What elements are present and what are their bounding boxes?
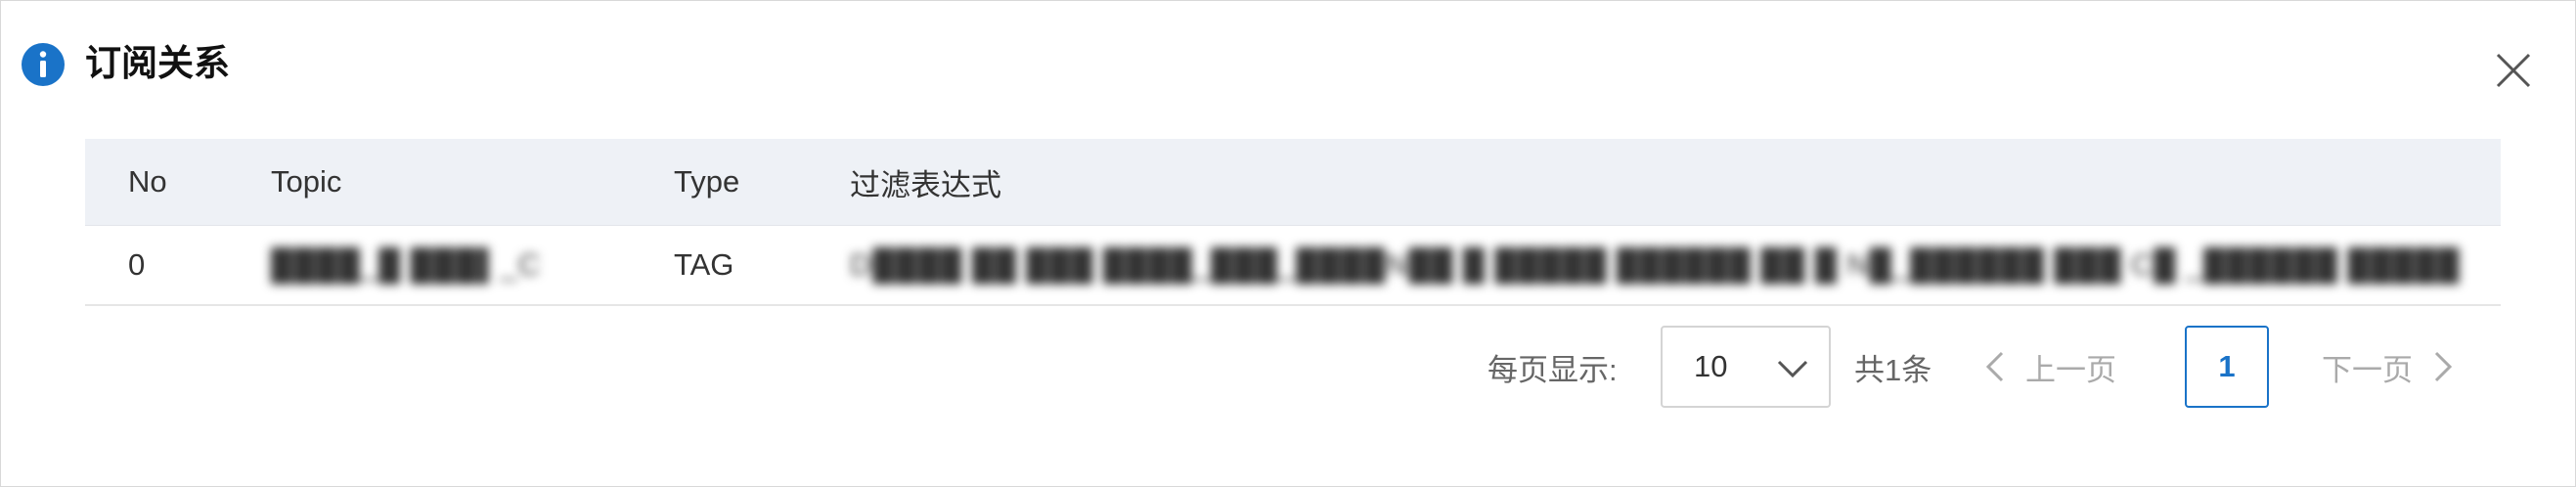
chevron-down-icon <box>1777 360 1808 378</box>
next-page-button[interactable]: 下一页 <box>2322 324 2454 410</box>
subscription-table: No Topic Type 过滤表达式 0 ████_█ ███▌_C TAG … <box>85 139 2501 306</box>
dialog-title: 订阅关系 <box>85 43 230 83</box>
subscription-dialog: 订阅关系 No Topic Type 过滤表达式 0 ████_█ ███▌_C… <box>0 0 2576 487</box>
column-header-topic: Topic <box>271 164 342 199</box>
page-size-select[interactable]: 10 <box>1661 326 1831 408</box>
next-page-label: 下一页 <box>2322 352 2413 387</box>
total-count: 共1条 <box>1854 352 1932 387</box>
table-header: No Topic Type 过滤表达式 <box>85 139 2501 226</box>
column-header-filter-expression: 过滤表达式 <box>850 167 1001 202</box>
row-filter-expression: D████ ██ ███ ████_███_████N██ █ █████ ██… <box>850 247 2461 282</box>
prev-page-button[interactable]: 上一页 <box>1984 324 2116 410</box>
row-type: TAG <box>674 247 734 282</box>
row-no: 0 <box>128 247 146 282</box>
prev-page-label: 上一页 <box>2025 352 2116 387</box>
chevron-right-icon <box>2434 351 2453 382</box>
page-button-current[interactable]: 1 <box>2185 326 2269 408</box>
column-header-type: Type <box>674 164 740 199</box>
pagination: 每页显示: 10 共1条 上一页 1 下一页 <box>1 324 2575 410</box>
row-topic: ████_█ ███▌_C <box>271 247 542 282</box>
page-size-value: 10 <box>1694 349 1728 383</box>
chevron-left-icon <box>1985 351 2004 382</box>
column-header-no: No <box>128 164 167 199</box>
table-row: 0 ████_█ ███▌_C TAG D████ ██ ███ ████_██… <box>85 226 2501 306</box>
page-size-label: 每页显示: <box>1488 352 1618 387</box>
dialog-header: 订阅关系 <box>1 1 2575 128</box>
close-icon[interactable] <box>2493 50 2534 91</box>
info-icon <box>22 43 65 86</box>
